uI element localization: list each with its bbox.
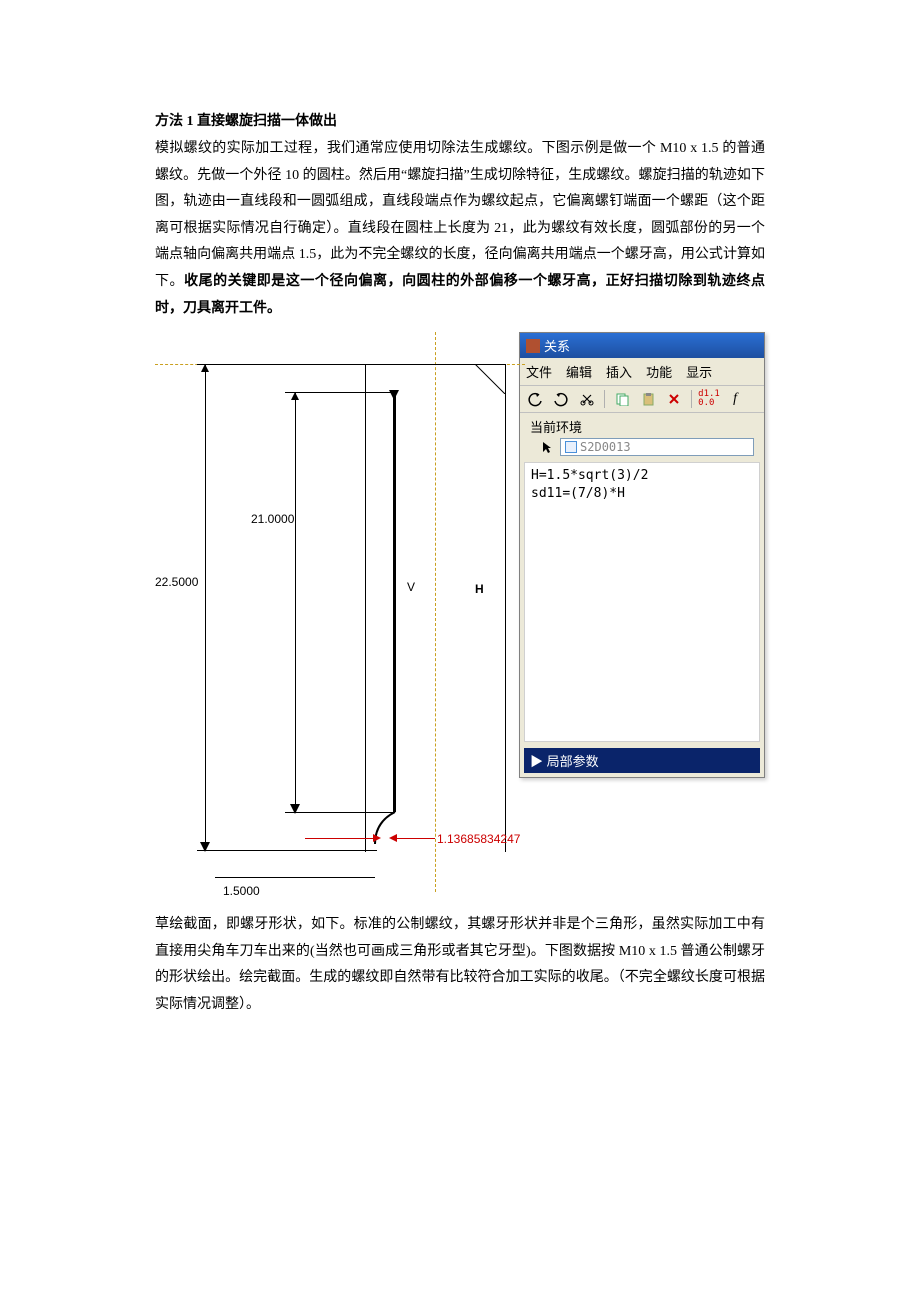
dim-22-5-ext1 (197, 364, 367, 365)
cut-icon[interactable] (578, 390, 596, 408)
chamfer (475, 364, 505, 394)
panel-title-text: 关系 (544, 336, 570, 355)
para1-text: 模拟螺纹的实际加工过程，我们通常应使用切除法生成螺纹。下图示例是做一个 M10 … (155, 141, 765, 289)
dim-22-5-a1 (201, 364, 209, 372)
menu-file[interactable]: 文件 (526, 362, 552, 381)
env-value: S2D0013 (580, 440, 631, 454)
dim-22-5-ext2 (197, 850, 377, 851)
relations-panel: 关系 文件 编辑 插入 功能 显示 d1.10.0 f 当前环 (519, 332, 765, 778)
cyl-left-edge (365, 364, 366, 852)
formula-line-1: H=1.5*sqrt(3)/2 (531, 468, 648, 483)
precision-icon[interactable]: d1.10.0 (700, 390, 718, 408)
local-params-header[interactable]: ▶ 局部参数 (524, 748, 760, 773)
app-icon (526, 339, 540, 353)
sketch-diagram: V H 22.5000 21.0000 1.5000 1.1368 (155, 332, 519, 892)
formula-line-2: sd11=(7/8)*H (531, 486, 625, 501)
dim-21-a1 (291, 392, 299, 400)
dim-21-text: 21.0000 (251, 512, 294, 526)
dim-21-ext1 (285, 392, 395, 393)
dim-radial-red1 (305, 838, 375, 839)
paragraph-1: 模拟螺纹的实际加工过程，我们通常应使用切除法生成螺纹。下图示例是做一个 M10 … (155, 136, 765, 322)
label-h: H (475, 582, 484, 596)
copy-icon[interactable] (613, 390, 631, 408)
fx-icon[interactable]: f (726, 390, 744, 408)
dim-radial-al (389, 834, 397, 842)
pointer-icon[interactable] (538, 438, 556, 456)
figure-area: V H 22.5000 21.0000 1.5000 1.1368 (155, 332, 765, 892)
axis-vertical (435, 332, 436, 892)
toolbar-sep1 (604, 390, 605, 408)
menu-show[interactable]: 显示 (686, 362, 712, 381)
redo-icon[interactable] (552, 390, 570, 408)
env-field[interactable]: S2D0013 (560, 438, 754, 456)
dim-1-5-text: 1.5000 (223, 884, 260, 898)
panel-titlebar: 关系 (520, 333, 764, 358)
menu-insert[interactable]: 插入 (606, 362, 632, 381)
delete-icon[interactable] (665, 390, 683, 408)
dim-22-5-text: 22.5000 (155, 575, 198, 589)
menu-edit[interactable]: 编辑 (566, 362, 592, 381)
menu-func[interactable]: 功能 (646, 362, 672, 381)
label-v: V (407, 580, 415, 594)
dim-radial-ar (373, 834, 381, 842)
env-label: 当前环境 (520, 413, 764, 438)
paste-icon[interactable] (639, 390, 657, 408)
panel-toolbar: d1.10.0 f (520, 386, 764, 413)
cyl-right-edge (505, 364, 506, 852)
trajectory-line (393, 392, 396, 812)
dim-radial-text: 1.13685834247 (437, 832, 520, 846)
sketch-feature-icon (565, 441, 577, 453)
section-heading: 方法 1 直接螺旋扫描一体做出 (155, 110, 765, 130)
undo-icon[interactable] (526, 390, 544, 408)
dim-22-5-line (205, 364, 206, 850)
dim-21-ext2 (285, 812, 395, 813)
formula-box[interactable]: H=1.5*sqrt(3)/2 sd11=(7/8)*H (524, 462, 760, 742)
panel-menubar: 文件 编辑 插入 功能 显示 (520, 358, 764, 386)
toolbar-sep2 (691, 390, 692, 408)
paragraph-2: 草绘截面，即螺牙形状，如下。标准的公制螺纹，其螺牙形状并非是个三角形，虽然实际加… (155, 912, 765, 1018)
dim-21-line (295, 392, 296, 812)
dim-1-5-line (215, 877, 375, 878)
para1-emphasis: 收尾的关键即是这一个径向偏离，向圆柱的外部偏移一个螺牙高，正好扫描切除到轨迹终点… (155, 274, 765, 316)
dim-radial-red2 (395, 838, 435, 839)
